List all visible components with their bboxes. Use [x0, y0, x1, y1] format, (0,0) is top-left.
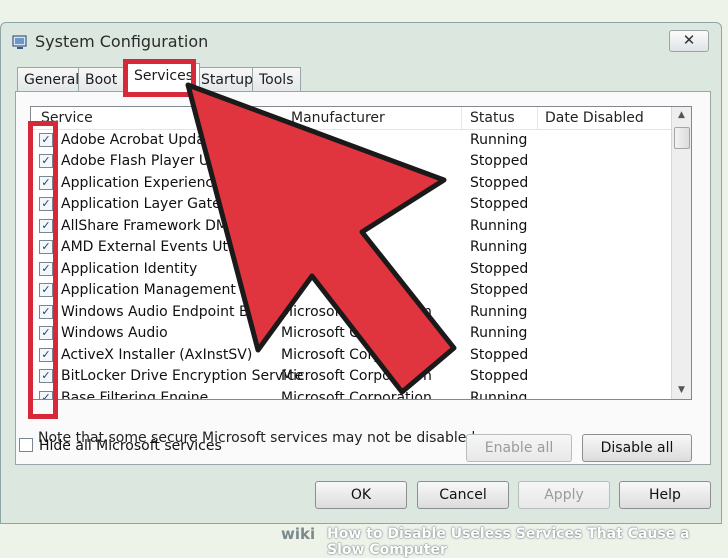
red-pointer-arrow-icon: [185, 82, 457, 395]
